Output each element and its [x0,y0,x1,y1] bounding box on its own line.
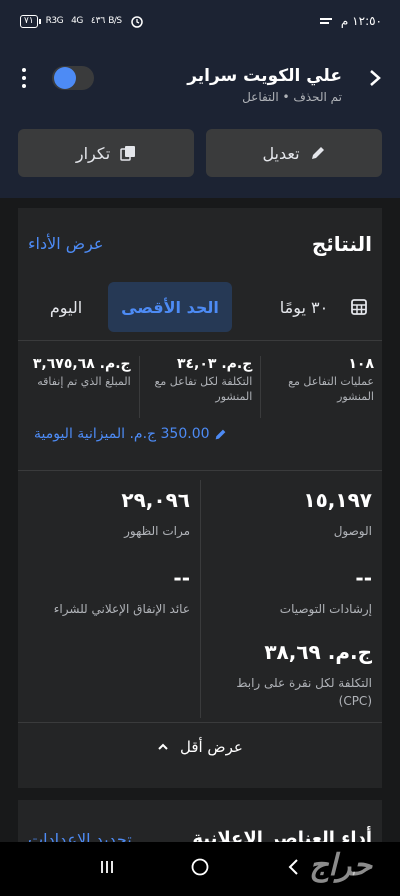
pencil-icon [215,429,225,439]
show-less-button[interactable]: عرض أقل [18,738,382,756]
edit-label: تعديل [262,143,300,163]
campaign-subtitle: تم الحذف • التفاعل [242,90,342,104]
tab-today[interactable]: اليوم [36,282,96,332]
summary-label: التكلفة لكل تفاعل مع المنشور [154,375,253,403]
status-bar: ٧١ R3G 4G ٤٣٦ B/S ١٢:٥٠ م [0,0,400,42]
results-title: النتائج [311,232,372,256]
duplicate-label: تكرار [75,143,111,163]
campaign-toggle[interactable] [52,66,94,90]
metric-cpc: ج.م. ٣٨,٦٩ التكلفة لكل نقرة على رابط (CP… [200,640,372,710]
metric-label: إرشادات التوصيات [279,602,372,616]
tab-30-days[interactable]: ٣٠ يومًا [274,282,334,332]
metric-roas: -- عائد الإنفاق الإعلاني للشراء [18,566,190,618]
alarm-icon [130,16,143,28]
duplicate-button[interactable]: تكرار [18,129,194,177]
metric-value: -- [173,566,190,590]
show-less-label: عرض أقل [179,738,243,756]
edit-button[interactable]: تعديل [206,129,382,177]
back-icon[interactable] [278,857,308,881]
metric-value: -- [355,566,372,590]
status-left: ٧١ R3G 4G ٤٣٦ B/S [20,14,144,28]
summary-cost-per-engagement: ج.م. ٣٤,٠٣ التكلفة لكل تفاعل مع المنشور [138,356,261,418]
haraj-watermark: حراج [309,848,372,883]
metric-label: الوصول [333,524,372,538]
metric-label: عائد الإنفاق الإعلاني للشراء [53,602,190,616]
results-header: النتائج عرض الأداء [18,232,382,262]
summary-value: ١٠٨ [348,356,374,372]
metric-reach: ١٥,١٩٧ الوصول [200,488,372,540]
chevron-up-icon [158,743,168,750]
back-chevron-icon[interactable] [368,68,382,92]
action-bar: تعديل تكرار [0,114,400,198]
metric-value: ١٥,١٩٧ [303,488,372,512]
summary-value: ج.م. ٣,٦٧٥,٦٨ [32,356,131,372]
summary-row: ١٠٨ عمليات التفاعل مع المنشور ج.م. ٣٤,٠٣… [18,356,382,418]
daily-budget-link[interactable]: 350.00 ج.م. الميزانية اليومية [34,426,227,442]
summary-engagement: ١٠٨ عمليات التفاعل مع المنشور [260,356,382,418]
home-icon[interactable] [185,857,215,882]
summary-amount-spent: ج.م. ٣,٦٧٥,٦٨ المبلغ الذي تم إنفاقه [18,356,139,418]
app-notification-icon [319,18,332,24]
campaign-header: علي الكويت سراير تم الحذف • التفاعل [0,42,400,114]
more-options-icon[interactable] [22,68,26,88]
status-time: ١٢:٥٠ م [340,14,382,28]
toggle-knob [54,67,76,89]
calendar-icon[interactable] [344,282,374,332]
metrics-divider [18,722,382,723]
metric-recommendations: -- إرشادات التوصيات [200,566,372,618]
results-card: النتائج عرض الأداء ٣٠ يومًا الحد الأقصى … [18,208,382,788]
status-right: ١٢:٥٠ م [319,14,382,28]
view-performance-link[interactable]: عرض الأداء [28,234,103,253]
metric-label: مرات الظهور [124,524,190,538]
battery-icon: ٧١ [20,14,41,28]
signal-r3g: R3G [45,16,64,26]
recents-icon[interactable] [92,857,122,881]
tabs-divider [18,340,382,341]
metric-label: التكلفة لكل نقرة على رابط (CPC) [236,676,372,708]
campaign-title-block: علي الكويت سراير تم الحذف • التفاعل [187,66,342,104]
summary-label: عمليات التفاعل مع المنشور [288,375,374,403]
summary-divider [18,470,382,471]
tab-maximum[interactable]: الحد الأقصى [108,282,232,332]
signal-4g: 4G [71,16,83,26]
date-range-tabs: ٣٠ يومًا الحد الأقصى اليوم [18,282,382,334]
daily-budget-text: 350.00 ج.م. الميزانية اليومية [34,426,210,442]
metric-impressions: ٢٩,٠٩٦ مرات الظهور [18,488,190,540]
summary-label: المبلغ الذي تم إنفاقه [37,375,131,388]
net-speed: ٤٣٦ B/S [90,16,122,26]
campaign-title: علي الكويت سراير [187,66,342,86]
pencil-icon [311,147,324,159]
summary-value: ج.م. ٣٤,٠٣ [176,356,253,372]
metric-value: ٢٩,٠٩٦ [121,488,190,512]
metric-value: ج.م. ٣٨,٦٩ [264,640,372,664]
copy-icon [120,146,136,161]
